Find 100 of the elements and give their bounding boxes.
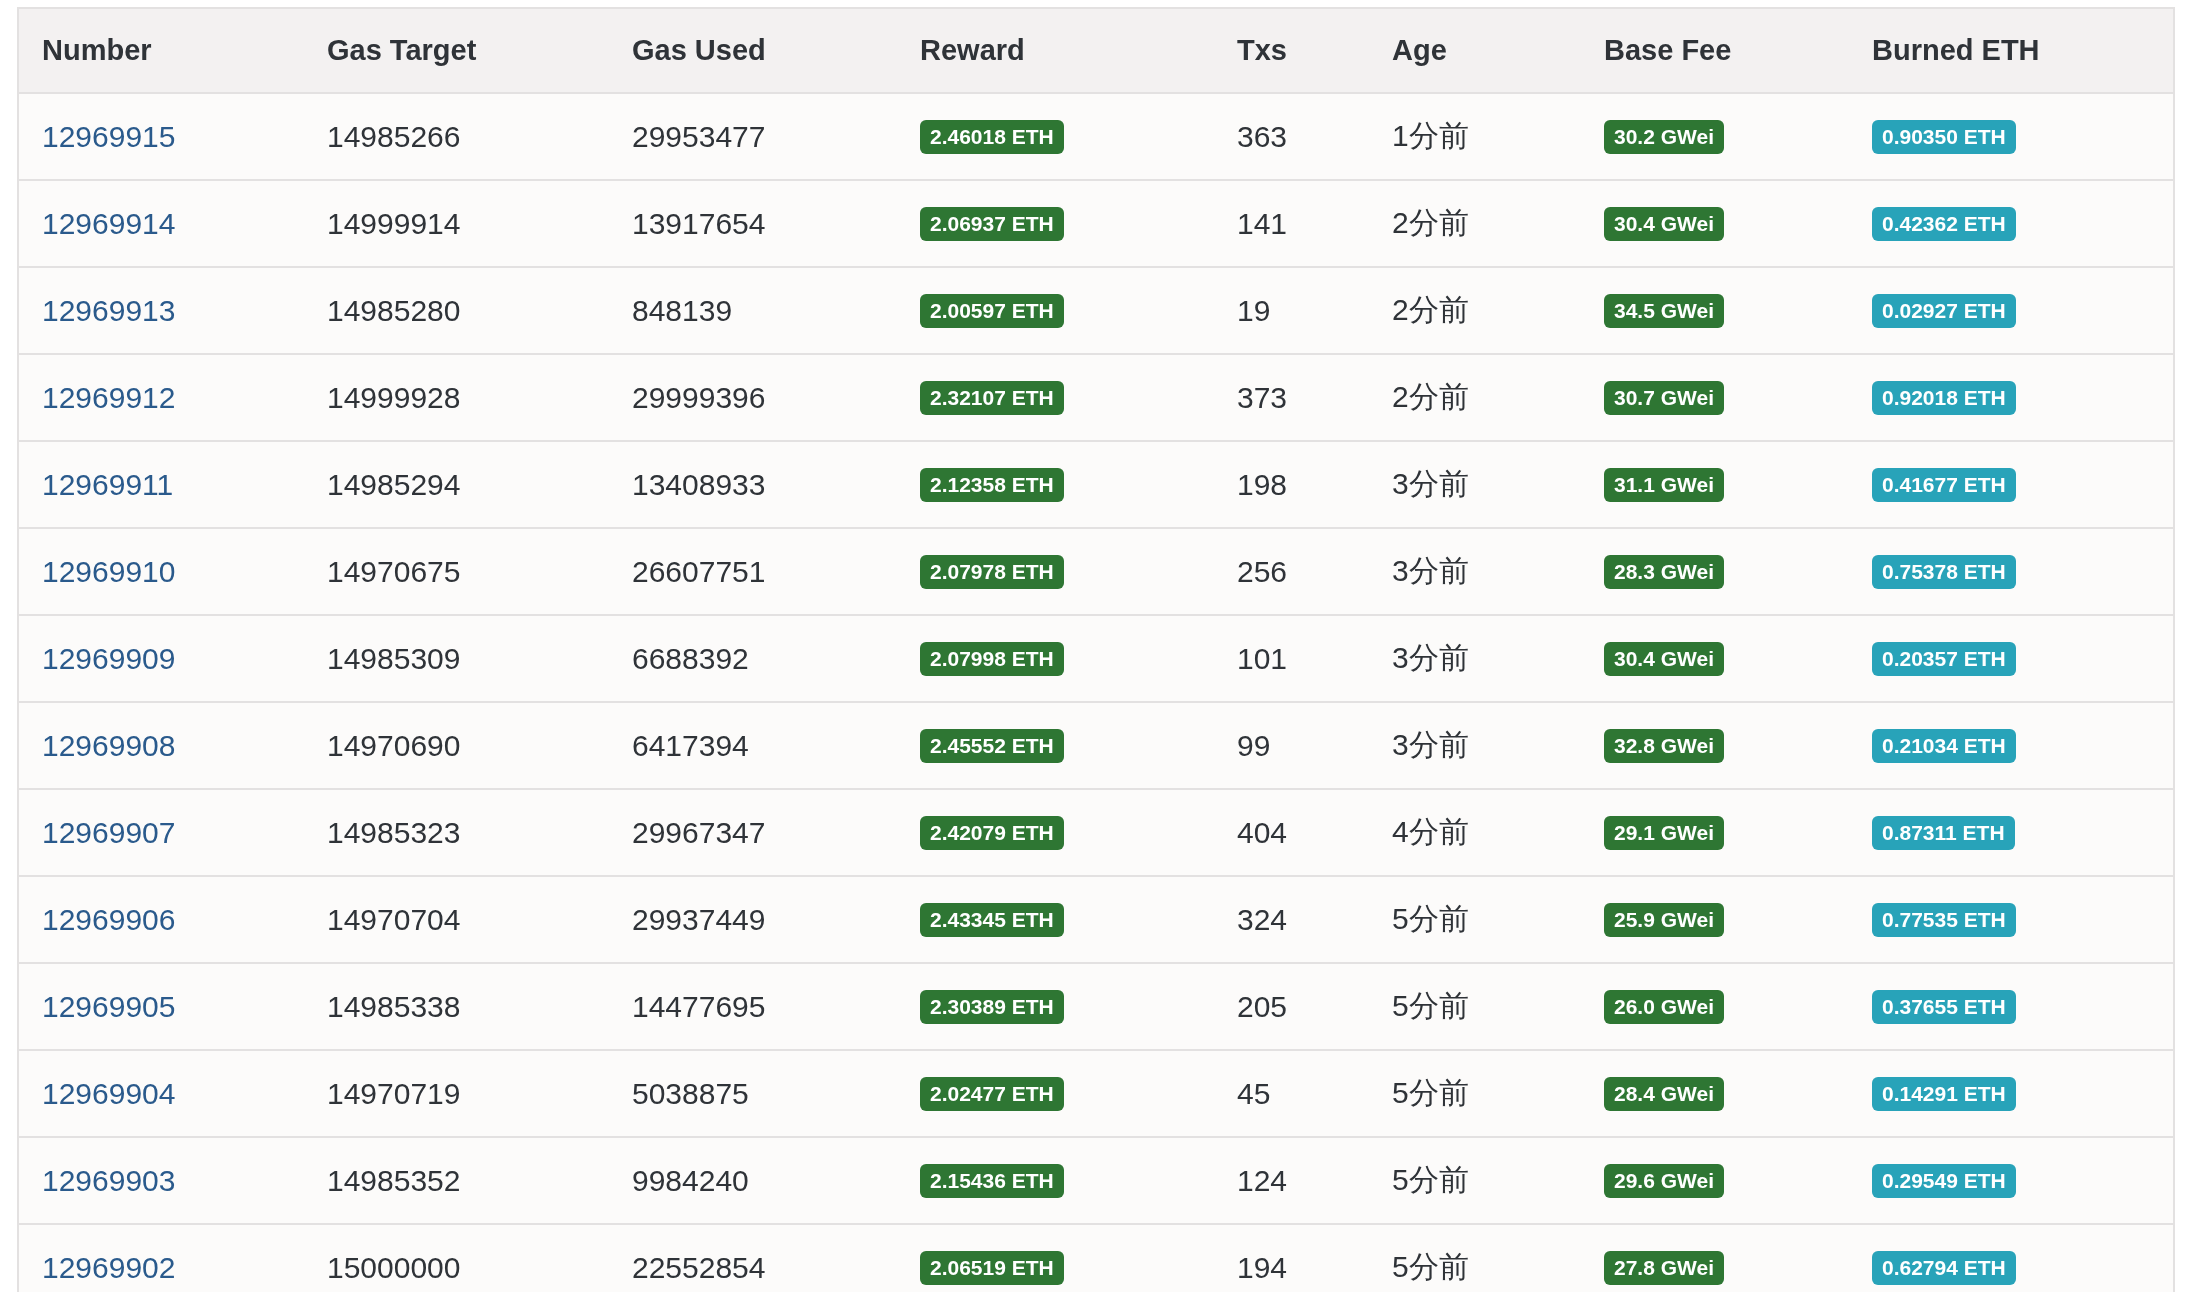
table-cell-text: 3分前 xyxy=(1392,727,1469,763)
base-fee-badge: 25.9 GWei xyxy=(1604,902,1724,937)
reward-badge: 2.30389 ETH xyxy=(920,989,1064,1024)
block-number-link[interactable]: 12969904 xyxy=(42,1076,176,1111)
base-fee-badge: 30.4 GWei xyxy=(1604,641,1724,676)
table-cell: 29937449 xyxy=(632,902,766,937)
base-fee-badge: 28.3 GWei xyxy=(1604,554,1724,589)
base-fee-badge: 29.1 GWei xyxy=(1604,815,1724,850)
table-cell: 6688392 xyxy=(632,641,749,676)
block-number-link[interactable]: 12969911 xyxy=(42,467,174,502)
table-cell: 256 xyxy=(1237,554,1288,589)
table-cell: 14970704 xyxy=(327,902,461,937)
table-cell: 6417394 xyxy=(632,728,749,763)
table-cell: 101 xyxy=(1237,641,1288,676)
base-fee-badge: 30.4 GWei xyxy=(1604,206,1724,241)
table-cell-text: 3分前 xyxy=(1392,640,1469,676)
column-header: Gas Target xyxy=(327,34,477,67)
table-cell: 5038875 xyxy=(632,1076,749,1111)
table-cell: 29953477 xyxy=(632,119,766,154)
table-cell: 373 xyxy=(1237,380,1288,415)
table-cell: 14970675 xyxy=(327,554,461,589)
table-cell: 13408933 xyxy=(632,467,766,502)
burned-eth-badge: 0.62794 ETH xyxy=(1872,1250,2016,1285)
block-number-link[interactable]: 12969909 xyxy=(42,641,176,676)
base-fee-badge: 30.2 GWei xyxy=(1604,119,1724,154)
table-cell-text: 4分前 xyxy=(1392,814,1469,850)
burned-eth-badge: 0.29549 ETH xyxy=(1872,1163,2016,1198)
reward-badge: 2.32107 ETH xyxy=(920,380,1064,415)
table-cell: 9984240 xyxy=(632,1163,749,1198)
table-cell: 198 xyxy=(1237,467,1288,502)
block-number-link[interactable]: 12969906 xyxy=(42,902,176,937)
table-cell: 14985352 xyxy=(327,1163,461,1198)
table-cell-text: 3分前 xyxy=(1392,466,1469,502)
block-number-link[interactable]: 12969908 xyxy=(42,728,176,763)
table-cell: 13917654 xyxy=(632,206,766,241)
burned-eth-badge: 0.14291 ETH xyxy=(1872,1076,2016,1111)
block-number-link[interactable]: 12969902 xyxy=(42,1250,176,1285)
burned-eth-badge: 0.87311 ETH xyxy=(1872,815,2015,850)
table-cell-text: 2分前 xyxy=(1392,205,1469,241)
table-cell: 14999928 xyxy=(327,380,461,415)
table-cell: 99 xyxy=(1237,728,1271,763)
base-fee-badge: 29.6 GWei xyxy=(1604,1163,1724,1198)
block-number-link[interactable]: 12969913 xyxy=(42,293,176,328)
reward-badge: 2.06519 ETH xyxy=(920,1250,1064,1285)
table-cell-text: 5分前 xyxy=(1392,988,1469,1024)
table-cell: 14999914 xyxy=(327,206,461,241)
burned-eth-badge: 0.21034 ETH xyxy=(1872,728,2016,763)
table-cell-text: 2分前 xyxy=(1392,292,1469,328)
table-cell: 15000000 xyxy=(327,1250,461,1285)
base-fee-badge: 32.8 GWei xyxy=(1604,728,1724,763)
reward-badge: 2.42079 ETH xyxy=(920,815,1064,850)
table-cell: 29999396 xyxy=(632,380,766,415)
base-fee-badge: 34.5 GWei xyxy=(1604,293,1724,328)
burned-eth-badge: 0.92018 ETH xyxy=(1872,380,2016,415)
burned-eth-badge: 0.41677 ETH xyxy=(1872,467,2016,502)
block-number-link[interactable]: 12969912 xyxy=(42,380,176,415)
reward-badge: 2.07978 ETH xyxy=(920,554,1064,589)
table-cell: 363 xyxy=(1237,119,1288,154)
reward-badge: 2.06937 ETH xyxy=(920,206,1064,241)
burned-eth-badge: 0.42362 ETH xyxy=(1872,206,2016,241)
table-cell: 324 xyxy=(1237,902,1288,937)
table-cell-text: 5分前 xyxy=(1392,1075,1469,1111)
block-number-link[interactable]: 12969907 xyxy=(42,815,176,850)
column-header: Gas Used xyxy=(632,34,766,67)
table-cell: 124 xyxy=(1237,1163,1288,1198)
burned-eth-badge: 0.20357 ETH xyxy=(1872,641,2016,676)
table-cell-text: 3分前 xyxy=(1392,553,1469,589)
reward-badge: 2.45552 ETH xyxy=(920,728,1064,763)
table-cell: 194 xyxy=(1237,1250,1288,1285)
reward-badge: 2.15436 ETH xyxy=(920,1163,1064,1198)
base-fee-badge: 28.4 GWei xyxy=(1604,1076,1724,1111)
burned-eth-badge: 0.75378 ETH xyxy=(1872,554,2016,589)
reward-badge: 2.07998 ETH xyxy=(920,641,1064,676)
block-number-link[interactable]: 12969905 xyxy=(42,989,176,1024)
reward-badge: 2.43345 ETH xyxy=(920,902,1064,937)
block-number-link[interactable]: 12969910 xyxy=(42,554,176,589)
table-cell-text: 5分前 xyxy=(1392,901,1469,937)
table-cell: 141 xyxy=(1237,206,1288,241)
reward-badge: 2.00597 ETH xyxy=(920,293,1064,328)
table-cell: 14477695 xyxy=(632,989,766,1024)
table-cell: 45 xyxy=(1237,1076,1271,1111)
block-number-link[interactable]: 12969915 xyxy=(42,119,176,154)
base-fee-badge: 26.0 GWei xyxy=(1604,989,1724,1024)
burned-eth-badge: 0.77535 ETH xyxy=(1872,902,2016,937)
column-header: Base Fee xyxy=(1604,34,1732,67)
table-cell: 14970690 xyxy=(327,728,461,763)
table-cell: 14985280 xyxy=(327,293,461,328)
burned-eth-badge: 0.90350 ETH xyxy=(1872,119,2016,154)
column-header: Age xyxy=(1392,34,1447,67)
table-cell: 14970719 xyxy=(327,1076,461,1111)
table-cell-text: 1分前 xyxy=(1392,118,1469,154)
base-fee-badge: 31.1 GWei xyxy=(1604,467,1724,502)
table-cell: 404 xyxy=(1237,815,1288,850)
column-header: Reward xyxy=(920,34,1025,67)
block-number-link[interactable]: 12969914 xyxy=(42,206,176,241)
reward-badge: 2.12358 ETH xyxy=(920,467,1064,502)
block-number-link[interactable]: 12969903 xyxy=(42,1163,176,1198)
table-cell: 14985309 xyxy=(327,641,461,676)
column-header: Burned ETH xyxy=(1872,34,2040,67)
table-cell: 19 xyxy=(1237,293,1271,328)
